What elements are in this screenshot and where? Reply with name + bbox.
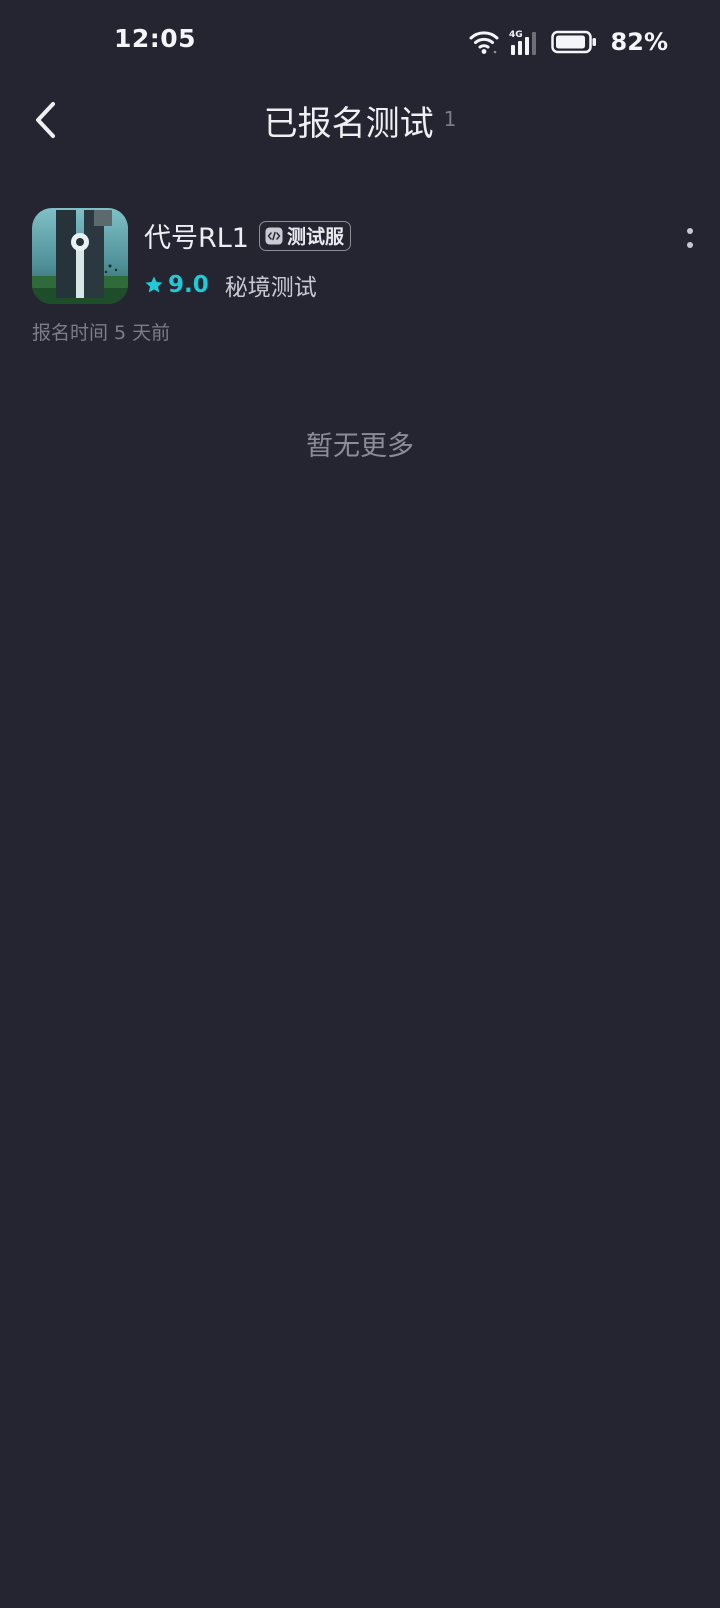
network-type-label: 4G (509, 30, 523, 40)
status-icons: 4G 82% (469, 26, 668, 58)
test-server-badge: 测试服 (258, 220, 351, 251)
status-bar: 12:05 4G 82% (0, 0, 720, 84)
rating-row: 9.0 秘境测试 (144, 268, 317, 302)
list-end-text: 暂无更多 (306, 431, 414, 462)
signup-time: 报名时间 5 天前 (32, 322, 171, 344)
title-wrap: 已报名测试 1 (0, 96, 720, 145)
more-options-button[interactable] (676, 218, 704, 258)
code-icon (265, 227, 283, 244)
status-time: 12:05 (114, 24, 197, 53)
rating-value: 9.0 (168, 272, 209, 298)
cellular-signal-icon: 4G (509, 30, 536, 55)
star-icon (145, 276, 163, 293)
more-vertical-icon (687, 228, 693, 234)
game-cover-image (32, 208, 128, 304)
wifi-icon (469, 31, 499, 54)
page-title: 已报名测试 (263, 104, 434, 144)
more-vertical-icon (687, 242, 693, 248)
page: 12:05 4G 82% 已报名测试 1 代号RL1 测试服 9.0 秘境测试 … (0, 0, 720, 1608)
battery-icon (550, 30, 596, 54)
badge-label: 测试服 (286, 226, 344, 248)
game-card[interactable]: 代号RL1 测试服 9.0 秘境测试 报名时间 5 天前 (32, 208, 693, 344)
game-name: 代号RL1 (144, 223, 249, 254)
battery-percentage: 82% (610, 28, 668, 56)
test-type: 秘境测试 (224, 275, 317, 301)
game-name-row: 代号RL1 测试服 (144, 216, 351, 255)
game-icon[interactable] (32, 208, 128, 304)
header: 已报名测试 1 (0, 84, 720, 156)
title-count: 1 (443, 106, 457, 131)
